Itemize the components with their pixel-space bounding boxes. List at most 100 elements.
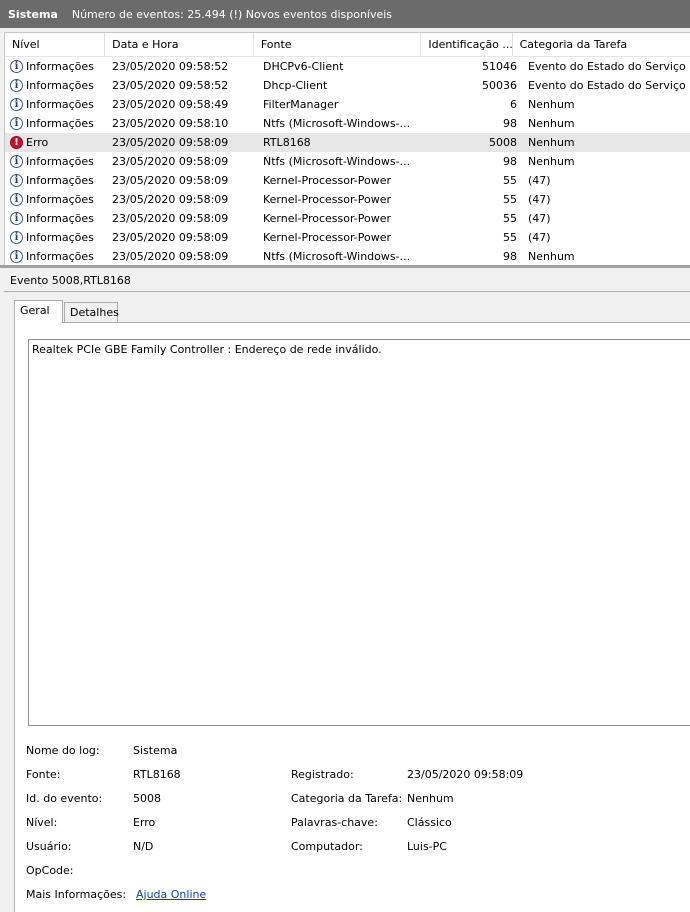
keywords-label: Palavras-chave: [291,816,378,829]
cell-source: Kernel-Processor-Power [263,231,392,244]
info-icon: i [10,98,23,111]
level-text: Informações [26,79,94,92]
table-row[interactable]: i Informações 23/05/2020 09:58:52 DHCPv6-Cl… [5,57,690,76]
cell-task-category: Nenhum [528,136,575,149]
event-id-value: 5008 [133,792,161,805]
table-row[interactable]: i Informações 23/05/2020 09:58:52 Dhcp-Clie… [5,76,690,95]
event-id-label: Id. do evento: [26,792,103,805]
column-header-level[interactable]: Nível [5,33,106,56]
cell-datetime: 23/05/2020 09:58:09 [112,136,229,149]
column-header-source[interactable]: Fonte [254,33,422,56]
cell-datetime: 23/05/2020 09:58:10 [112,117,229,130]
cell-source: Kernel-Processor-Power [263,212,392,225]
cell-level: i Informações [5,228,106,247]
table-row[interactable]: i Informações 23/05/2020 09:58:09 Kernel-Pr… [5,228,690,247]
info-icon: i [10,212,23,225]
table-row[interactable]: i Informações 23/05/2020 09:58:09 Kernel-Pr… [5,190,690,209]
events-grid[interactable]: Nível Data e Hora Fonte Identificação ..… [4,32,690,265]
event-description-text: Realtek PCIe GBE Family Controller : End… [32,343,382,356]
info-icon: i [10,250,23,263]
cell-level: ! Erro [5,133,106,152]
column-header-task-category[interactable]: Categoria da Tarefa [513,33,690,56]
info-icon: i [10,193,23,206]
log-title-bar: Sistema Número de eventos: 25.494 (!) No… [0,0,690,28]
cell-task-category: Nenhum [528,98,575,111]
cell-event-id: 98 [503,117,517,130]
cell-event-id: 5008 [489,136,517,149]
cell-event-id: 51046 [482,60,517,73]
cell-event-id: 98 [503,155,517,168]
task-category-label: Categoria da Tarefa: [291,792,403,805]
cell-level: i Informações [5,76,106,95]
source-label: Fonte: [26,768,61,781]
grid-body: i Informações 23/05/2020 09:58:52 DHCPv6-Cl… [5,57,690,265]
level-label: Nível: [26,816,58,829]
level-text: Informações [26,117,94,130]
user-value: N/D [133,840,154,853]
detail-divider [4,291,690,292]
cell-datetime: 23/05/2020 09:58:52 [112,79,229,92]
cell-datetime: 23/05/2020 09:58:49 [112,98,229,111]
cell-task-category: Evento do Estado do Serviço [528,60,686,73]
info-icon: i [10,117,23,130]
keywords-value: Clássico [407,816,452,829]
error-icon: ! [10,136,23,149]
cell-source: Ntfs (Microsoft-Windows-... [263,155,411,168]
grid-header: Nível Data e Hora Fonte Identificação ..… [5,33,690,57]
logged-value: 23/05/2020 09:58:09 [407,768,524,781]
log-name-value: Sistema [133,744,178,757]
cell-level: i Informações [5,57,106,76]
level-text: Informações [26,193,94,206]
cell-event-id: 55 [503,174,517,187]
info-icon: i [10,231,23,244]
cell-task-category: (47) [528,212,551,225]
cell-task-category: (47) [528,193,551,206]
pane-splitter[interactable] [0,265,690,268]
cell-task-category: Nenhum [528,117,575,130]
table-row[interactable]: i Informações 23/05/2020 09:58:10 Ntfs (Mic… [5,114,690,133]
table-row[interactable]: ! Erro 23/05/2020 09:58:09 RTL8168 5008 Nenhu… [5,133,690,152]
table-row[interactable]: i Informações 23/05/2020 09:58:09 Ntfs (Mic… [5,152,690,171]
cell-event-id: 50036 [482,79,517,92]
cell-task-category: (47) [528,174,551,187]
cell-level: i Informações [5,171,106,190]
cell-source: Kernel-Processor-Power [263,174,392,187]
cell-level: i Informações [5,114,106,133]
column-header-datetime[interactable]: Data e Hora [105,33,254,56]
cell-source: FilterManager [263,98,339,111]
cell-datetime: 23/05/2020 09:58:09 [112,155,229,168]
info-icon: i [10,155,23,168]
level-text: Informações [26,155,94,168]
column-header-event-id[interactable]: Identificação ... [421,33,513,56]
cell-level: i Informações [5,190,106,209]
cell-source: Kernel-Processor-Power [263,193,392,206]
level-text: Informações [26,60,94,73]
info-icon: i [10,79,23,92]
event-count-summary: Número de eventos: 25.494 (!) Novos even… [71,7,393,21]
table-row[interactable]: i Informações 23/05/2020 09:58:09 Kernel-Pr… [5,209,690,228]
level-text: Erro [26,136,49,149]
user-label: Usuário: [26,840,72,853]
cell-event-id: 55 [503,231,517,244]
table-row[interactable]: i Informações 23/05/2020 09:58:09 Kernel-Pr… [5,171,690,190]
cell-task-category: Nenhum [528,155,575,168]
cell-datetime: 23/05/2020 09:58:09 [112,193,229,206]
event-detail-title: Evento 5008,RTL8168 [10,274,131,287]
tab-general[interactable]: Geral [14,300,63,323]
log-name-label: Nome do log: [26,744,100,757]
tab-details[interactable]: Detalhes [64,302,119,322]
opcode-label: OpCode: [26,864,74,877]
online-help-link[interactable]: Ajuda Online [136,888,206,901]
level-text: Informações [26,174,94,187]
table-row[interactable]: i Informações 23/05/2020 09:58:49 FilterMan… [5,95,690,114]
info-icon: i [10,174,23,187]
cell-datetime: 23/05/2020 09:58:09 [112,212,229,225]
computer-value: Luis-PC [407,840,447,853]
cell-level: i Informações [5,247,106,265]
event-description-box[interactable]: Realtek PCIe GBE Family Controller : End… [28,339,690,726]
cell-event-id: 98 [503,250,517,263]
table-row[interactable]: i Informações 23/05/2020 09:58:09 Ntfs (Mic… [5,247,690,265]
source-value: RTL8168 [133,768,181,781]
log-name: Sistema [8,7,58,21]
cell-datetime: 23/05/2020 09:58:09 [112,174,229,187]
